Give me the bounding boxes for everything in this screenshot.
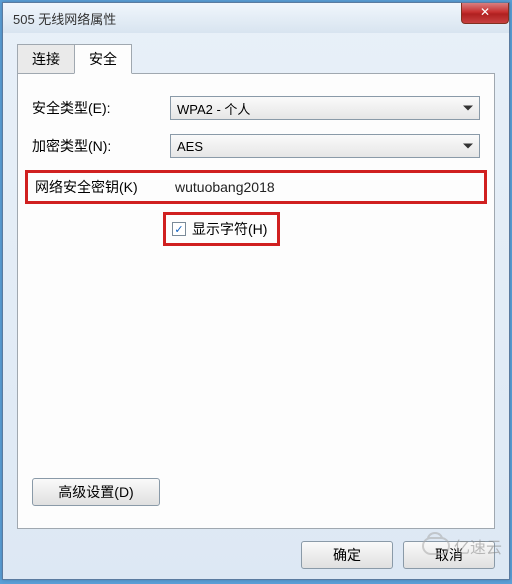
advanced-settings-button[interactable]: 高级设置(D)	[32, 478, 160, 506]
security-type-label: 安全类型(E):	[32, 98, 170, 118]
close-icon: ✕	[480, 5, 490, 19]
security-key-value[interactable]: wutuobang2018	[173, 179, 275, 195]
checkmark-icon: ✓	[174, 223, 183, 236]
dialog-window: 505 无线网络属性 ✕ 连接 安全 安全类型(E): WPA2 - 个人 加密…	[2, 2, 510, 580]
tab-connect[interactable]: 连接	[17, 44, 75, 74]
tab-strip: 连接 安全	[17, 47, 495, 73]
window-title: 505 无线网络属性	[13, 9, 116, 28]
show-characters-label: 显示字符(H)	[192, 219, 267, 239]
titlebar[interactable]: 505 无线网络属性 ✕	[3, 3, 509, 33]
ok-button[interactable]: 确定	[301, 541, 393, 569]
tab-panel-security: 安全类型(E): WPA2 - 个人 加密类型(N): AES 网络安全密钥(K…	[17, 73, 495, 529]
encryption-type-label: 加密类型(N):	[32, 136, 170, 156]
watermark: 亿速云	[422, 534, 502, 558]
show-characters-checkbox[interactable]: ✓	[172, 222, 186, 236]
close-button[interactable]: ✕	[461, 3, 509, 24]
cloud-icon	[422, 537, 450, 555]
security-key-label: 网络安全密钥(K)	[32, 177, 173, 197]
chevron-down-icon	[463, 144, 473, 149]
security-type-value: WPA2 - 个人	[177, 99, 250, 118]
encryption-type-combo[interactable]: AES	[170, 134, 480, 158]
encryption-type-value: AES	[177, 139, 203, 154]
row-encryption-type: 加密类型(N): AES	[32, 132, 480, 160]
tab-container: 连接 安全 安全类型(E): WPA2 - 个人 加密类型(N): AES 网络…	[17, 47, 495, 529]
chevron-down-icon	[463, 106, 473, 111]
tab-security[interactable]: 安全	[74, 44, 132, 74]
row-security-type: 安全类型(E): WPA2 - 个人	[32, 94, 480, 122]
security-type-combo[interactable]: WPA2 - 个人	[170, 96, 480, 120]
show-characters-highlight: ✓ 显示字符(H)	[163, 212, 280, 246]
watermark-text: 亿速云	[454, 534, 502, 558]
security-key-highlight: 网络安全密钥(K) wutuobang2018	[25, 170, 487, 204]
